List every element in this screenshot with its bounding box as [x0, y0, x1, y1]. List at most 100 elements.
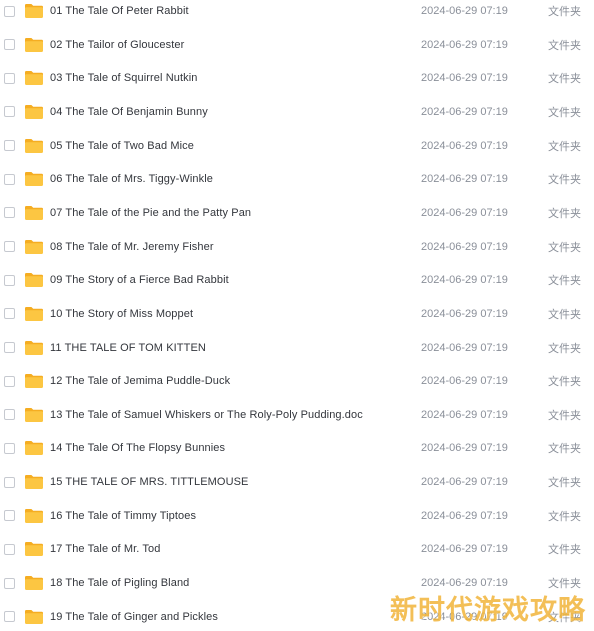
list-item[interactable]: 15 THE TALE OF MRS. TITTLEMOUSE 2024-06-…: [0, 465, 594, 499]
file-name[interactable]: 18 The Tale of Pigling Bland: [50, 577, 189, 589]
folder-icon: [25, 273, 43, 288]
file-name[interactable]: 07 The Tale of the Pie and the Patty Pan: [50, 207, 251, 219]
file-name[interactable]: 01 The Tale Of Peter Rabbit: [50, 5, 189, 17]
file-type: 文件夹: [548, 544, 581, 557]
file-type: 文件夹: [548, 73, 581, 86]
file-type: 文件夹: [548, 409, 581, 422]
folder-icon: [25, 374, 43, 389]
file-type: 文件夹: [548, 443, 581, 456]
folder-icon: [25, 441, 43, 456]
row-checkbox[interactable]: [4, 241, 15, 253]
list-item[interactable]: 11 THE TALE OF TOM KITTEN 2024-06-29 07:…: [0, 331, 594, 365]
row-checkbox[interactable]: [4, 72, 15, 84]
file-name[interactable]: 10 The Story of Miss Moppet: [50, 308, 193, 320]
modified-date: 2024-06-29 07:19: [421, 72, 508, 85]
row-checkbox[interactable]: [4, 274, 15, 286]
list-item[interactable]: 03 The Tale of Squirrel Nutkin 2024-06-2…: [0, 61, 594, 95]
row-checkbox[interactable]: [4, 207, 15, 219]
file-name[interactable]: 13 The Tale of Samuel Whiskers or The Ro…: [50, 409, 363, 421]
file-name[interactable]: 04 The Tale Of Benjamin Bunny: [50, 106, 208, 118]
list-item[interactable]: 12 The Tale of Jemima Puddle-Duck 2024-0…: [0, 364, 594, 398]
row-checkbox[interactable]: [4, 39, 15, 51]
modified-date: 2024-06-29 07:19: [421, 375, 508, 388]
folder-icon: [25, 4, 43, 18]
folder-icon: [25, 172, 43, 187]
file-type: 文件夹: [548, 342, 581, 355]
modified-date: 2024-06-29 07:19: [421, 442, 508, 455]
file-name[interactable]: 11 THE TALE OF TOM KITTEN: [50, 342, 206, 354]
folder-icon: [25, 542, 43, 557]
list-item[interactable]: 05 The Tale of Two Bad Mice 2024-06-29 0…: [0, 129, 594, 163]
folder-icon: [25, 475, 43, 490]
list-item[interactable]: 01 The Tale Of Peter Rabbit 2024-06-29 0…: [0, 0, 594, 28]
file-name[interactable]: 06 The Tale of Mrs. Tiggy-Winkle: [50, 173, 213, 185]
list-item[interactable]: 08 The Tale of Mr. Jeremy Fisher 2024-06…: [0, 230, 594, 264]
file-type: 文件夹: [548, 308, 581, 321]
row-checkbox[interactable]: [4, 106, 15, 118]
folder-icon: [25, 104, 43, 119]
file-name[interactable]: 14 The Tale Of The Flopsy Bunnies: [50, 442, 225, 454]
file-name[interactable]: 15 THE TALE OF MRS. TITTLEMOUSE: [50, 476, 249, 488]
file-name[interactable]: 09 The Story of a Fierce Bad Rabbit: [50, 274, 229, 286]
file-type: 文件夹: [548, 106, 581, 119]
file-type: 文件夹: [548, 207, 581, 220]
file-type: 文件夹: [548, 39, 581, 52]
file-type: 文件夹: [548, 174, 581, 187]
modified-date: 2024-06-29 07:19: [421, 509, 508, 522]
modified-date: 2024-06-29 07:19: [421, 274, 508, 287]
row-checkbox[interactable]: [4, 510, 15, 522]
folder-icon: [25, 306, 43, 321]
folder-icon: [25, 407, 43, 422]
modified-date: 2024-06-29 07:19: [421, 139, 508, 152]
watermark-text: 新时代游戏攻略: [390, 595, 586, 626]
list-item[interactable]: 04 The Tale Of Benjamin Bunny 2024-06-29…: [0, 95, 594, 129]
file-name[interactable]: 12 The Tale of Jemima Puddle-Duck: [50, 375, 230, 387]
file-name[interactable]: 03 The Tale of Squirrel Nutkin: [50, 72, 198, 84]
modified-date: 2024-06-29 07:19: [421, 206, 508, 219]
file-type: 文件夹: [548, 241, 581, 254]
file-name[interactable]: 05 The Tale of Two Bad Mice: [50, 140, 194, 152]
file-name[interactable]: 16 The Tale of Timmy Tiptoes: [50, 510, 196, 522]
modified-date: 2024-06-29 07:19: [421, 173, 508, 186]
row-checkbox[interactable]: [4, 173, 15, 185]
row-checkbox[interactable]: [4, 442, 15, 454]
row-checkbox[interactable]: [4, 308, 15, 320]
file-type: 文件夹: [548, 376, 581, 389]
list-item[interactable]: 17 The Tale of Mr. Tod 2024-06-29 07:19 …: [0, 532, 594, 566]
file-type: 文件夹: [548, 510, 581, 523]
list-item[interactable]: 14 The Tale Of The Flopsy Bunnies 2024-0…: [0, 431, 594, 465]
file-name[interactable]: 02 The Tailor of Gloucester: [50, 39, 184, 51]
file-list: 01 The Tale Of Peter Rabbit 2024-06-29 0…: [0, 0, 594, 631]
file-type: 文件夹: [548, 477, 581, 490]
row-checkbox[interactable]: [4, 5, 15, 17]
list-item[interactable]: 13 The Tale of Samuel Whiskers or The Ro…: [0, 398, 594, 432]
file-name[interactable]: 08 The Tale of Mr. Jeremy Fisher: [50, 241, 214, 253]
row-checkbox[interactable]: [4, 611, 15, 623]
modified-date: 2024-06-29 07:19: [421, 408, 508, 421]
modified-date: 2024-06-29 07:19: [421, 5, 508, 17]
folder-icon: [25, 576, 43, 591]
folder-icon: [25, 508, 43, 523]
list-item[interactable]: 02 The Tailor of Gloucester 2024-06-29 0…: [0, 28, 594, 62]
row-checkbox[interactable]: [4, 476, 15, 488]
folder-icon: [25, 609, 43, 624]
row-checkbox[interactable]: [4, 543, 15, 555]
file-name[interactable]: 19 The Tale of Ginger and Pickles: [50, 611, 218, 623]
row-checkbox[interactable]: [4, 409, 15, 421]
row-checkbox[interactable]: [4, 375, 15, 387]
list-item[interactable]: 06 The Tale of Mrs. Tiggy-Winkle 2024-06…: [0, 162, 594, 196]
list-item[interactable]: 09 The Story of a Fierce Bad Rabbit 2024…: [0, 263, 594, 297]
file-type: 文件夹: [548, 275, 581, 288]
list-item[interactable]: 16 The Tale of Timmy Tiptoes 2024-06-29 …: [0, 499, 594, 533]
list-item[interactable]: 07 The Tale of the Pie and the Patty Pan…: [0, 196, 594, 230]
folder-icon: [25, 205, 43, 220]
row-checkbox[interactable]: [4, 577, 15, 589]
modified-date: 2024-06-29 07:19: [421, 105, 508, 118]
row-checkbox[interactable]: [4, 342, 15, 353]
file-name[interactable]: 17 The Tale of Mr. Tod: [50, 543, 160, 555]
row-checkbox[interactable]: [4, 140, 15, 152]
modified-date: 2024-06-29 07:19: [421, 38, 508, 51]
list-item[interactable]: 10 The Story of Miss Moppet 2024-06-29 0…: [0, 297, 594, 331]
modified-date: 2024-06-29 07:19: [421, 341, 508, 354]
modified-date: 2024-06-29 07:19: [421, 307, 508, 320]
